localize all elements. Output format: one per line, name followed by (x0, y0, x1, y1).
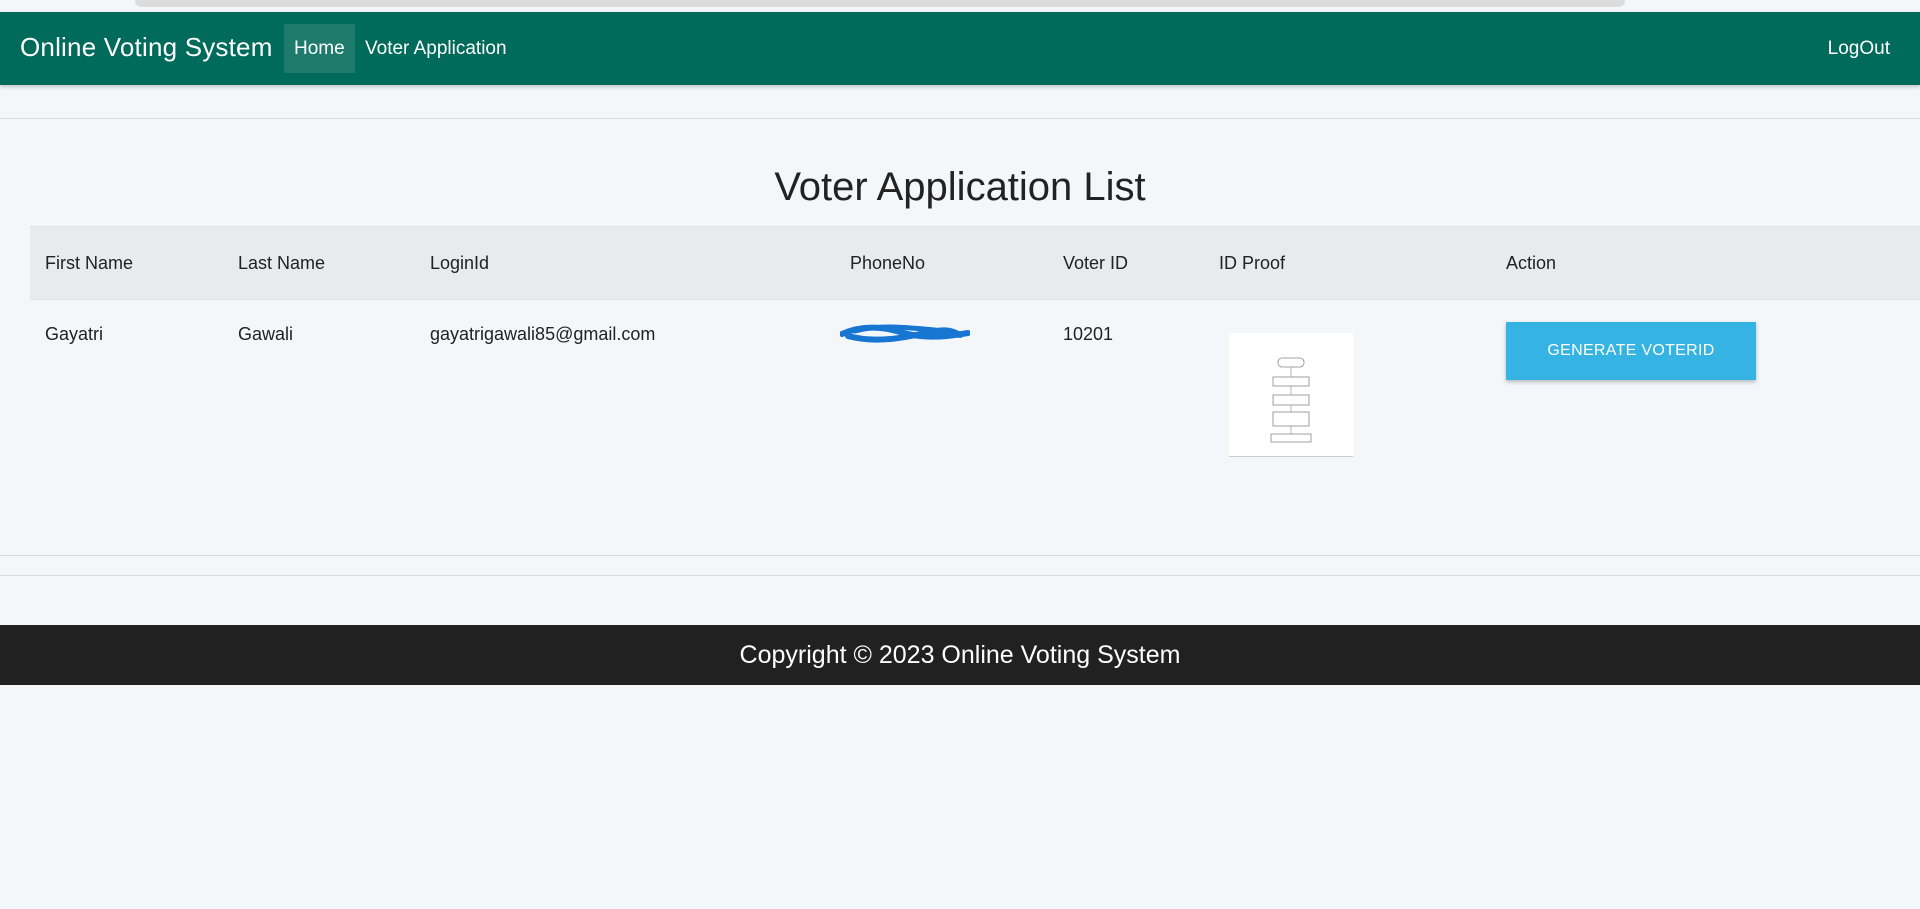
cell-login-id: gayatrigawali85@gmail.com (430, 324, 656, 344)
divider-top (0, 118, 1920, 119)
browser-address-bar[interactable] (135, 0, 1625, 7)
cell-first-name: Gayatri (45, 324, 104, 344)
voter-application-table: First Name Last Name LoginId PhoneNo Vot… (30, 226, 1920, 470)
cell-last-name: Gawali (238, 324, 294, 344)
header-first-name: First Name (45, 253, 134, 273)
logout-link[interactable]: LogOut (1818, 24, 1900, 73)
page-title: Voter Application List (774, 165, 1146, 209)
flowchart-icon (1270, 357, 1312, 443)
header-phone-no: PhoneNo (850, 253, 926, 273)
footer-copyright: Copyright © 2023 Online Voting System (739, 641, 1181, 669)
table-header-row: First Name Last Name LoginId PhoneNo Vot… (30, 226, 1920, 300)
header-voter-id: Voter ID (1063, 253, 1129, 273)
brand-title[interactable]: Online Voting System (20, 32, 273, 63)
divider-bottom-1 (0, 555, 1920, 556)
footer: Copyright © 2023 Online Voting System (0, 625, 1920, 685)
navbar: Online Voting System Home Voter Applicat… (0, 12, 1920, 85)
browser-top-strip (0, 0, 1920, 12)
header-login-id: LoginId (430, 253, 490, 273)
cell-voter-id: 10201 (1063, 324, 1114, 344)
nav-home[interactable]: Home (284, 24, 355, 73)
phone-redacted-scribble (840, 324, 970, 343)
header-id-proof: ID Proof (1219, 253, 1286, 273)
id-proof-thumbnail[interactable] (1229, 333, 1353, 457)
divider-bottom-2 (0, 575, 1920, 576)
nav-voter-application[interactable]: Voter Application (355, 24, 517, 73)
generate-voterid-button[interactable]: GENERATE VOTERID (1506, 322, 1756, 380)
header-last-name: Last Name (238, 253, 326, 273)
table-row: Gayatri Gawali gayatrigawali85@gmail.com… (30, 300, 1920, 470)
header-action: Action (1506, 253, 1557, 273)
